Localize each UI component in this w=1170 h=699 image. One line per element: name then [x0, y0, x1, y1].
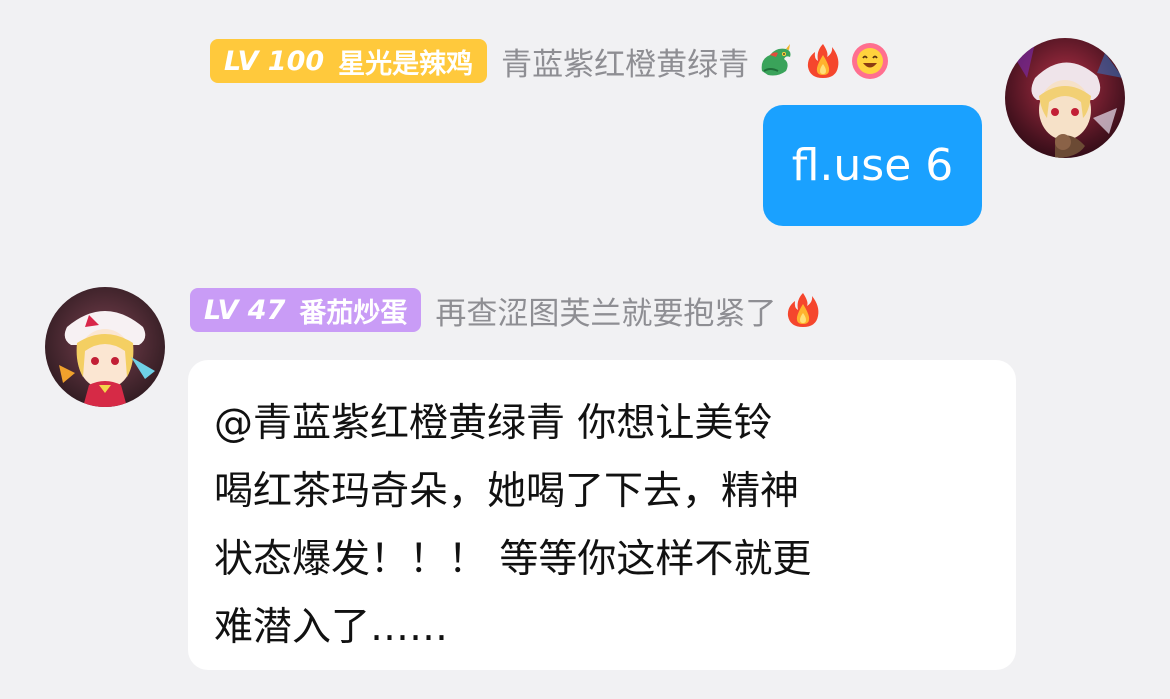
fire-icon	[783, 290, 823, 330]
level-label: LV 47	[204, 294, 286, 326]
message-text-line: 喝红茶玛奇朵，她喝了下去，精神	[214, 469, 800, 514]
message-bubble-incoming[interactable]: @青蓝紫红橙黄绿青 你想让美铃 喝红茶玛奇朵，她喝了下去，精神 状态爆发！！！ …	[188, 360, 1016, 670]
message-text-line: @青蓝紫红橙黄绿青 你想让美铃	[214, 401, 773, 446]
fire-icon	[803, 41, 843, 81]
message-header-outgoing: LV 100 星光是辣鸡 青蓝紫红橙黄绿青	[210, 38, 890, 84]
sender-nickname: 星光是辣鸡	[338, 48, 474, 80]
message-text-line: 难潜入了……	[214, 605, 449, 650]
message-bubble-outgoing[interactable]: fl.use 6	[763, 105, 982, 226]
message-text: fl.use 6	[791, 140, 954, 191]
sender-title: 青蓝紫红橙黄绿青	[501, 46, 750, 83]
laughing-face-icon	[850, 41, 890, 81]
sender-avatar-incoming[interactable]	[45, 287, 165, 407]
message-header-incoming: LV 47 番茄炒蛋 再查涩图芙兰就要抱紧了	[190, 287, 823, 333]
level-badge[interactable]: LV 100 星光是辣鸡	[210, 39, 488, 83]
message-text-line: 状态爆发！！！ 等等你这样不就更	[214, 537, 812, 582]
sender-nickname: 番茄炒蛋	[299, 297, 408, 329]
sender-title: 再查涩图芙兰就要抱紧了	[435, 295, 777, 332]
level-label: LV 100	[224, 45, 325, 77]
dragon-icon	[756, 41, 796, 81]
sender-avatar-outgoing[interactable]	[1005, 38, 1125, 158]
level-badge[interactable]: LV 47 番茄炒蛋	[190, 288, 422, 332]
